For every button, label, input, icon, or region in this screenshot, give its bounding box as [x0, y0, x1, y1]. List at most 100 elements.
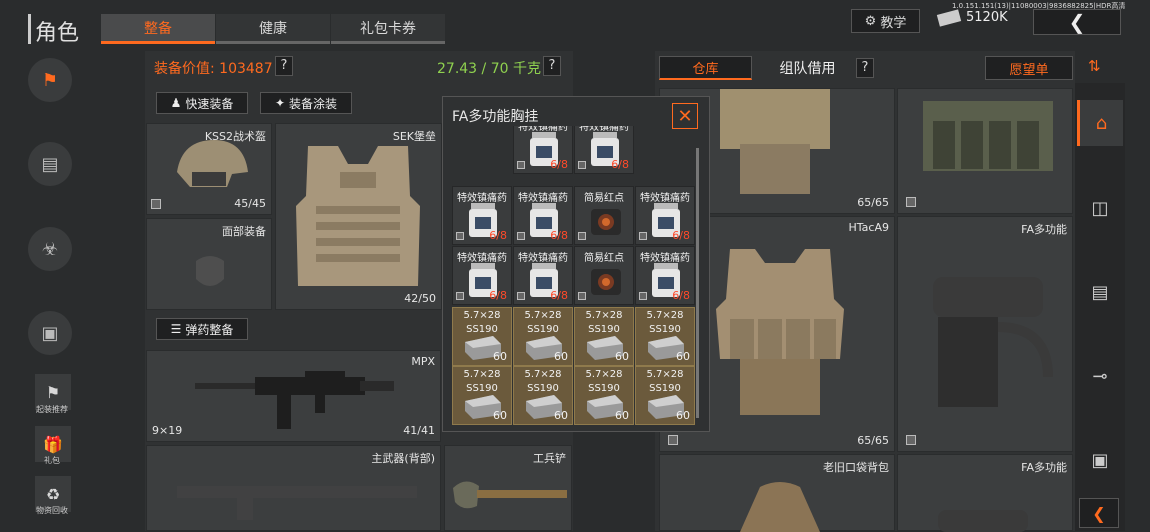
- face-slot[interactable]: 面部装备: [146, 218, 272, 310]
- item-name: 特效镇痛药: [640, 253, 690, 264]
- item-name: 特效镇痛药: [518, 193, 568, 204]
- painkiller-item[interactable]: 特效镇痛药 6/8: [452, 186, 512, 245]
- cube-icon: [906, 197, 916, 207]
- painkiller-item[interactable]: 特效镇痛药 6/8: [635, 246, 695, 305]
- item-count: 60: [676, 350, 690, 363]
- gift-icon: 🎁: [43, 434, 63, 454]
- painkiller-item[interactable]: 特效镇痛药 6/8: [574, 126, 634, 174]
- ammo-item[interactable]: 5.7×28 SS190 60: [635, 307, 695, 366]
- item-count: 6/8: [550, 289, 568, 302]
- right-tab-vest[interactable]: ◫: [1077, 185, 1123, 231]
- item-count: 60: [554, 409, 568, 422]
- painkiller-item[interactable]: 特效镇痛药 6/8: [513, 126, 573, 174]
- ammo-item[interactable]: 5.7×28 SS190 60: [452, 366, 512, 425]
- storage-item-6[interactable]: FA多功能: [897, 454, 1073, 532]
- item-subname: SS190: [466, 324, 498, 335]
- red-dot-item[interactable]: 简易红点: [574, 246, 634, 305]
- home-icon: ⌂: [1095, 112, 1108, 134]
- tab-team-borrow-label: 组队借用: [779, 61, 836, 77]
- close-icon: ✕: [677, 105, 693, 127]
- ammo-item[interactable]: 5.7×28 SS190 60: [452, 307, 512, 366]
- right-tab-home[interactable]: ⌂: [1077, 100, 1123, 146]
- painkiller-item[interactable]: 特效镇痛药 6/8: [513, 246, 573, 305]
- storage-item-5-name: 老旧口袋背包: [823, 461, 889, 474]
- wishlist-button[interactable]: 愿望单: [985, 56, 1073, 80]
- item-subname: SS190: [649, 324, 681, 335]
- side-recycle-label: 物资回收: [36, 506, 68, 515]
- sort-icon[interactable]: ⇅: [1088, 57, 1101, 75]
- primary-back-name: 主武器(背部): [371, 452, 435, 465]
- popup-title: FA多功能胸挂: [452, 109, 539, 125]
- cube-icon: [578, 161, 586, 169]
- collapse-button[interactable]: ❮: [1079, 498, 1119, 528]
- right-tab-weapon[interactable]: ⊸: [1077, 353, 1123, 399]
- side-backpack[interactable]: ▤: [28, 142, 72, 186]
- tab-gear-label: 整备: [144, 20, 172, 37]
- cube-icon: [639, 232, 647, 240]
- cube-icon: [517, 232, 525, 240]
- tab-health[interactable]: 健康: [216, 14, 330, 44]
- rifle-icon: ⊸: [1092, 365, 1108, 387]
- tab-gift-cards[interactable]: 礼包卡券: [331, 14, 445, 44]
- storage-item-4-name: FA多功能: [1021, 223, 1067, 236]
- side-case[interactable]: ▣: [28, 311, 72, 355]
- armor-slot[interactable]: SEK堡垒 42/50: [275, 123, 442, 310]
- item-name: 5.7×28: [463, 310, 501, 321]
- melee-slot[interactable]: 工兵铲: [444, 445, 572, 531]
- ammo-item[interactable]: 5.7×28 SS190 60: [574, 307, 634, 366]
- helmet-count: 45/45: [234, 197, 266, 210]
- painkiller-item[interactable]: 特效镇痛药 6/8: [635, 186, 695, 245]
- vest-image: [720, 89, 830, 194]
- item-count: 6/8: [672, 229, 690, 242]
- painkiller-item[interactable]: 特效镇痛药 6/8: [513, 186, 573, 245]
- borrow-help-icon[interactable]: ?: [856, 58, 874, 78]
- cube-icon: [578, 292, 586, 300]
- right-tab-rig[interactable]: ▤: [1077, 269, 1123, 315]
- side-health[interactable]: ☣: [28, 227, 72, 271]
- ammo-item[interactable]: 5.7×28 SS190 60: [513, 307, 573, 366]
- melee-name: 工兵铲: [533, 452, 566, 465]
- right-tab-case[interactable]: ▣: [1077, 437, 1123, 483]
- item-count: 6/8: [672, 289, 690, 302]
- item-name: 5.7×28: [585, 310, 623, 321]
- storage-item-3-count: 65/65: [857, 434, 889, 447]
- case-icon: ▣: [41, 322, 59, 344]
- item-name: 5.7×28: [646, 369, 684, 380]
- side-character[interactable]: ⚑: [28, 58, 72, 102]
- character-icon: ⚑: [41, 69, 59, 91]
- tab-team-borrow[interactable]: 组队借用: [760, 56, 855, 80]
- helmet-slot[interactable]: KSS2战术盔 45/45: [146, 123, 272, 215]
- tab-health-label: 健康: [259, 20, 287, 37]
- paint-button[interactable]: ✦ 装备涂装: [260, 92, 352, 114]
- popup-scrollbar[interactable]: [696, 148, 699, 418]
- item-name: 简易红点: [584, 193, 624, 204]
- currency: 5120K: [936, 8, 1008, 27]
- ammo-item[interactable]: 5.7×28 SS190 60: [513, 366, 573, 425]
- weight-help-icon[interactable]: ?: [543, 56, 561, 76]
- primary-back-slot[interactable]: 主武器(背部): [146, 445, 441, 531]
- red-dot-item[interactable]: 简易红点: [574, 186, 634, 245]
- storage-item-5[interactable]: 老旧口袋背包: [659, 454, 895, 532]
- quick-equip-button[interactable]: ♟ 快速装备: [156, 92, 248, 114]
- ammo-prep-button[interactable]: ☰ 弹药整备: [156, 318, 248, 340]
- storage-item-4[interactable]: FA多功能: [897, 216, 1073, 452]
- chest-rig-image: [933, 277, 1053, 407]
- item-name: 5.7×28: [646, 310, 684, 321]
- rig-image: [938, 510, 1028, 532]
- weapon-slot[interactable]: MPX 9×19 41/41: [146, 350, 441, 442]
- tab-warehouse[interactable]: 仓库: [659, 56, 752, 80]
- health-icon: ☣: [41, 238, 59, 260]
- item-subname: SS190: [588, 383, 620, 394]
- storage-item-2[interactable]: [897, 88, 1073, 214]
- armor-name: SEK堡垒: [392, 130, 436, 143]
- item-name: 特效镇痛药: [579, 126, 629, 133]
- item-count: 60: [554, 350, 568, 363]
- back-button[interactable]: ❮: [1033, 9, 1121, 35]
- value-help-icon[interactable]: ?: [275, 56, 293, 76]
- painkiller-item[interactable]: 特效镇痛药 6/8: [452, 246, 512, 305]
- ammo-item[interactable]: 5.7×28 SS190 60: [635, 366, 695, 425]
- ammo-item[interactable]: 5.7×28 SS190 60: [574, 366, 634, 425]
- tab-gear[interactable]: 整备: [101, 14, 215, 44]
- tutorial-button[interactable]: ⚙ 教学: [851, 9, 920, 33]
- item-name: 5.7×28: [585, 369, 623, 380]
